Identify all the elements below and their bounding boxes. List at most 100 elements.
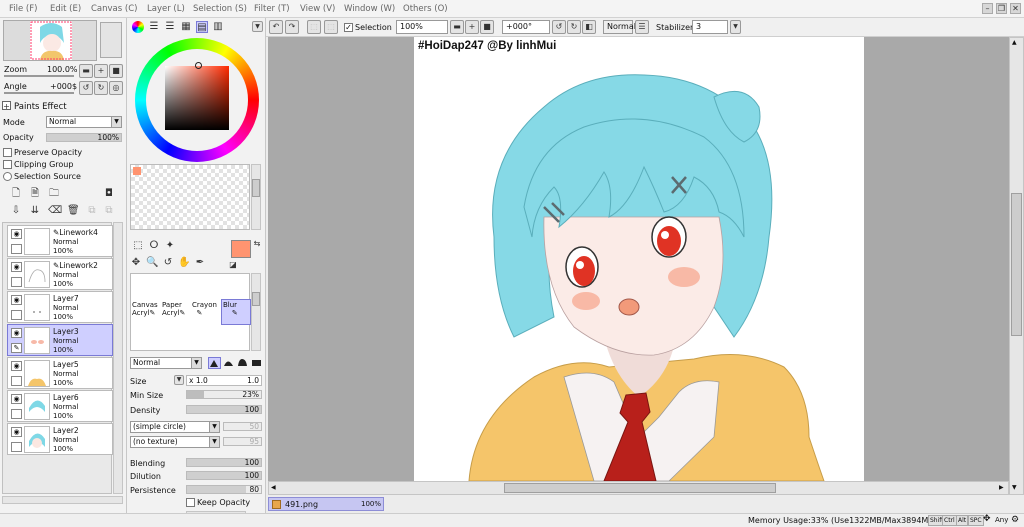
scroll-left-icon[interactable]: ◀ <box>271 484 276 491</box>
rect-select-icon[interactable]: ⬚ <box>132 240 144 252</box>
canvas-vscroll-thumb[interactable] <box>1011 193 1022 336</box>
menu-selection[interactable]: Selection (S) <box>193 4 247 14</box>
swatch-tab-icon[interactable]: ▤ <box>196 21 208 33</box>
layer-item-layer3[interactable]: ◉ ✎ Layer3 Normal 100% <box>7 324 113 356</box>
lock-toggle[interactable] <box>11 409 22 419</box>
size-range-icon[interactable]: ▼ <box>174 375 184 385</box>
clear-layer-icon[interactable]: ⌫ <box>48 205 62 217</box>
clipping-group-checkbox[interactable] <box>3 160 12 169</box>
size-slider[interactable]: x 1.0 1.0 <box>186 375 262 386</box>
selection-source-radio[interactable] <box>3 172 12 181</box>
transfer-down-icon[interactable]: ⇩ <box>10 205 22 217</box>
eye-icon[interactable]: ◉ <box>11 328 22 338</box>
scroll-down-icon[interactable]: ▼ <box>1012 484 1017 491</box>
brush-crayon[interactable]: Crayon ✎ <box>192 301 222 325</box>
eyedropper-icon[interactable]: ✒ <box>194 257 206 269</box>
brush-grid-scrollbar[interactable] <box>251 273 261 351</box>
canvas-vscrollbar[interactable]: ▲ ▼ <box>1009 37 1024 495</box>
new-folder-icon[interactable]: 🗀 <box>48 188 60 200</box>
expand-plus-icon[interactable]: + <box>2 101 11 111</box>
layer-opacity-slider[interactable]: 100% <box>46 133 122 142</box>
zoom-field[interactable]: 100% <box>396 20 448 34</box>
brush-scroll-thumb[interactable] <box>252 292 260 306</box>
lock-toggle[interactable] <box>11 244 22 254</box>
redo-icon[interactable]: ↷ <box>285 20 299 34</box>
menu-edit[interactable]: Edit (E) <box>50 4 81 14</box>
layer-item-layer2[interactable]: ◉ Layer2 Normal 100% <box>7 423 113 455</box>
panel-menu-icon[interactable]: ▼ <box>252 21 263 32</box>
swatch-scroll-thumb[interactable] <box>252 179 260 197</box>
rotate-reset-icon[interactable]: ◎ <box>109 81 123 95</box>
color-picker-handle[interactable] <box>195 62 202 69</box>
layer-item-layer7[interactable]: ◉ Layer7 Normal 100% <box>7 291 113 323</box>
brush-texture-select[interactable]: (no texture) ▼ <box>130 436 220 448</box>
menu-canvas[interactable]: Canvas (C) <box>91 4 137 14</box>
brush-blend-select[interactable]: Normal ▼ <box>130 357 202 369</box>
persistence-slider[interactable]: 80 <box>186 485 262 494</box>
swatch-color[interactable] <box>133 167 141 175</box>
blending-slider[interactable]: 100 <box>186 458 262 467</box>
rotate-right-icon[interactable]: ↻ <box>94 81 108 95</box>
navigator-preview[interactable] <box>3 20 97 61</box>
new-layer-icon[interactable]: 🗋 <box>10 188 22 200</box>
selection-checkbox[interactable]: ✓ <box>344 23 353 32</box>
layer-list-scrollbar[interactable] <box>113 222 123 494</box>
brush-shape-flat-icon[interactable] <box>208 357 221 369</box>
color-wheel-tab-icon[interactable] <box>132 21 144 33</box>
menu-view[interactable]: View (V) <box>300 4 335 14</box>
flip-icon[interactable]: ◧ <box>582 20 596 34</box>
angle-slider[interactable] <box>4 92 74 94</box>
layer-item-linework2[interactable]: ◉ ✎Linework2 Normal 100% <box>7 258 113 290</box>
menu-filter[interactable]: Filter (T) <box>254 4 290 14</box>
zoom-reset-icon[interactable]: ■ <box>109 64 123 78</box>
merge-down-icon[interactable]: ⇊ <box>29 205 41 217</box>
delete-layer-icon[interactable]: 🗑 <box>67 205 80 217</box>
layer-list-hscrollbar[interactable] <box>2 496 123 504</box>
rotate-left-icon[interactable]: ↺ <box>552 20 566 34</box>
zoom-fit-icon[interactable]: ■ <box>480 20 494 34</box>
lock-toggle[interactable] <box>11 442 22 452</box>
blend-mode-menu-icon[interactable]: ☰ <box>635 20 649 34</box>
min-size-slider[interactable]: 23% <box>186 390 262 399</box>
rotate-left-icon[interactable]: ↺ <box>79 81 93 95</box>
brush-shape-round-icon[interactable] <box>223 357 236 369</box>
menu-file[interactable]: File (F) <box>9 4 37 14</box>
menu-others[interactable]: Others (O) <box>403 4 448 14</box>
scroll-up-icon[interactable]: ▲ <box>1012 39 1017 46</box>
mixer-tab-icon[interactable]: ▦ <box>180 21 192 33</box>
zoom-out-icon[interactable]: ▬ <box>79 64 93 78</box>
rotate-tool-icon[interactable]: ↺ <box>162 257 174 269</box>
canvas-hscrollbar[interactable]: ◀ ▶ <box>268 481 1009 495</box>
preserve-opacity-checkbox[interactable] <box>3 148 12 157</box>
zoom-tool-icon[interactable]: 🔍 <box>146 257 158 269</box>
brush-shape-select[interactable]: (simple circle) ▼ <box>130 421 220 433</box>
transparent-color-icon[interactable]: ◪ <box>227 259 239 271</box>
eye-icon[interactable]: ◉ <box>11 394 22 404</box>
restore-icon[interactable]: ❐ <box>996 3 1007 14</box>
minimize-icon[interactable]: – <box>982 3 993 14</box>
keep-opacity-checkbox[interactable] <box>186 498 195 507</box>
saturation-value-square[interactable] <box>165 66 229 130</box>
document-tab[interactable]: 491.png 100% <box>268 497 384 511</box>
density-slider[interactable]: 100 <box>186 405 262 414</box>
eye-icon[interactable]: ◉ <box>11 262 22 272</box>
stabilizer-field[interactable]: 3 <box>692 20 728 34</box>
eye-icon[interactable]: ◉ <box>11 361 22 371</box>
scratchpad-tab-icon[interactable]: ▥ <box>212 21 224 33</box>
zoom-in-icon[interactable]: + <box>465 20 479 34</box>
lock-toggle[interactable] <box>11 277 22 287</box>
zoom-in-icon[interactable]: + <box>94 64 108 78</box>
blend-mode-field[interactable]: Normal <box>603 20 636 34</box>
rgb-slider-tab-icon[interactable]: ☰ <box>148 21 160 33</box>
close-icon[interactable]: ✕ <box>1010 3 1021 14</box>
swatch-scrollbar[interactable] <box>251 164 261 230</box>
canvas-hscroll-thumb[interactable] <box>504 483 776 493</box>
stabilizer-dropdown-icon[interactable]: ▼ <box>730 20 741 34</box>
settings-gear-icon[interactable]: ⚙ <box>1011 515 1019 525</box>
eye-icon[interactable]: ◉ <box>11 427 22 437</box>
undo-icon[interactable]: ↶ <box>269 20 283 34</box>
eye-icon[interactable]: ◉ <box>11 229 22 239</box>
layer-item-linework4[interactable]: ◉ ✎Linework4 Normal 100% <box>7 225 113 257</box>
lock-toggle[interactable] <box>11 376 22 386</box>
new-linework-layer-icon[interactable]: 🗎 <box>29 188 41 200</box>
